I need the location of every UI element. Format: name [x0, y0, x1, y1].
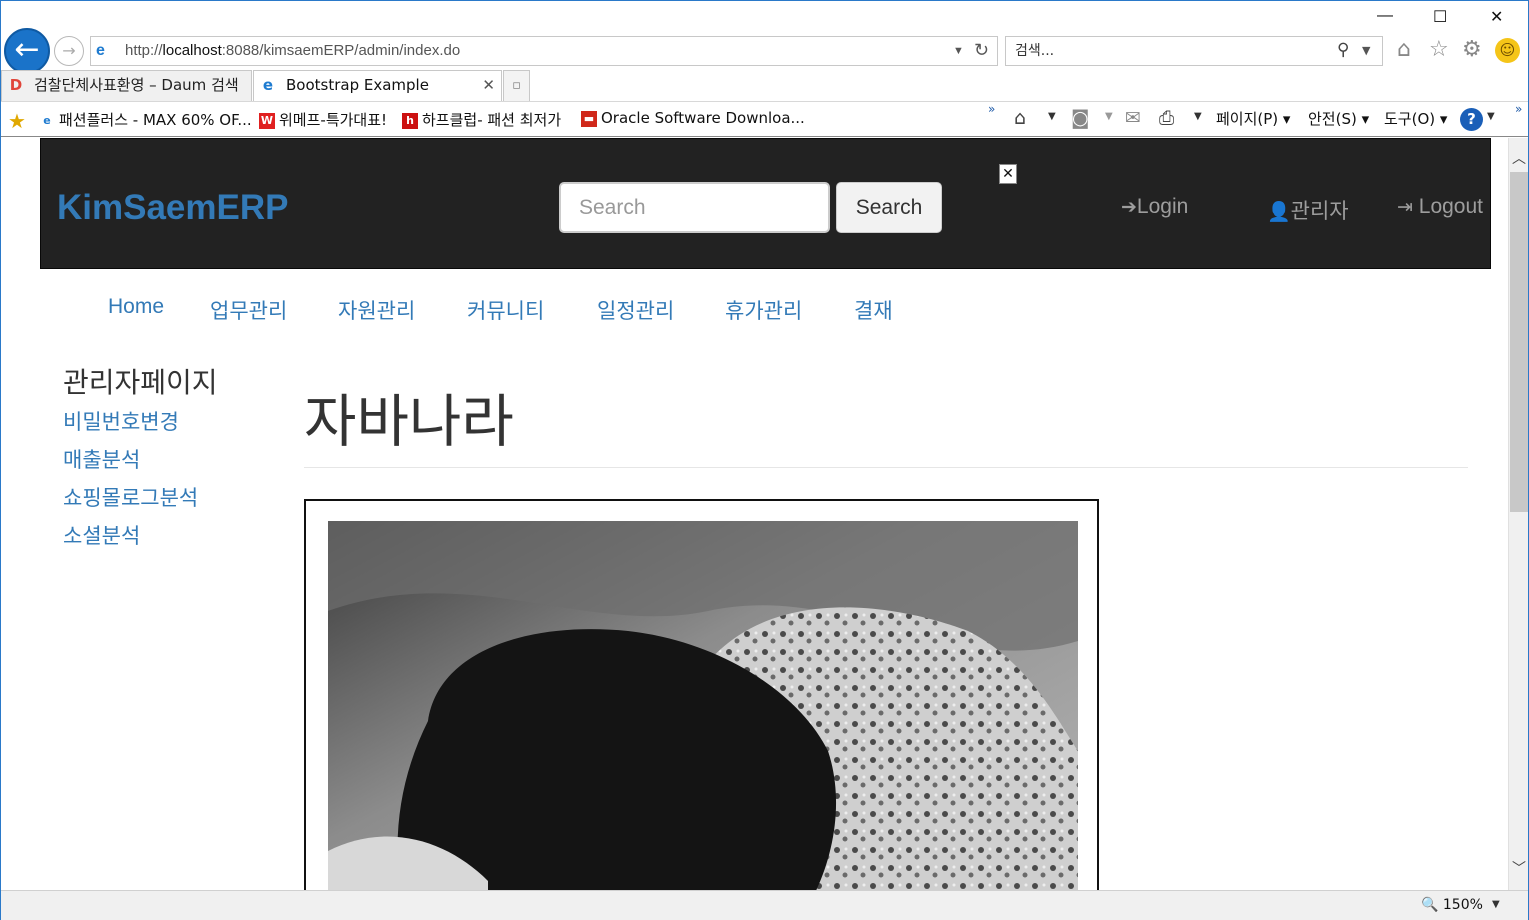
sidebar-link-shop-log-analysis[interactable]: 쇼핑몰로그분석 [63, 482, 198, 512]
refresh-icon[interactable]: ↻ [974, 36, 989, 64]
photo-frame [304, 499, 1099, 890]
browser-search-input[interactable]: 검색... ⚲ ▼ [1005, 36, 1383, 66]
close-tab-icon[interactable]: ✕ [482, 71, 495, 100]
page-viewport: KimSaemERP Search Search ✕ ➔Login 👤관리자 ⇥… [1, 138, 1508, 890]
zoom-level[interactable]: 🔍 150% [1421, 897, 1483, 913]
login-link[interactable]: ➔Login [1121, 195, 1188, 219]
commandbar-overflow-chevron-icon[interactable]: » [1515, 102, 1522, 116]
chevron-down-icon[interactable]: ▼ [1492, 899, 1500, 910]
ie-page-icon: e [96, 42, 105, 59]
scroll-up-arrow-icon[interactable]: ︿ [1509, 148, 1529, 168]
smiley-feedback-icon[interactable]: ☺ [1495, 38, 1520, 63]
new-tab-icon: ▫ [512, 78, 521, 93]
favorite-link-wemakeprice[interactable]: W 위메프-특가대표! [259, 109, 387, 130]
chevron-down-icon[interactable]: ▼ [1194, 111, 1202, 122]
tab-label: 검찰단체사표환영 – Daum 검색 [34, 76, 239, 94]
menu-resource[interactable]: 자원관리 [338, 295, 415, 325]
site-search-button[interactable]: Search [836, 182, 942, 233]
browser-search-placeholder: 검색... [1015, 43, 1055, 59]
read-mail-icon[interactable]: ✉ [1125, 107, 1141, 129]
photo-illustration [328, 521, 1078, 890]
safety-menu[interactable]: 안전(S) ▾ [1308, 108, 1369, 129]
home-icon[interactable]: ⌂ [1014, 107, 1026, 129]
menu-home[interactable]: Home [108, 295, 164, 319]
site-search-input[interactable]: Search [559, 182, 830, 233]
minimize-button[interactable]: — [1377, 7, 1393, 25]
arrow-left-icon: ← [14, 32, 40, 67]
vertical-scrollbar[interactable]: ︿ ﹀ [1508, 138, 1528, 890]
forward-button[interactable]: → [54, 36, 84, 66]
sidebar-link-social-analysis[interactable]: 소셜분석 [63, 520, 140, 550]
favorites-star-icon[interactable]: ☆ [1429, 37, 1449, 63]
user-icon: 👤 [1267, 202, 1291, 223]
broken-image-icon: ✕ [999, 164, 1017, 184]
favorite-link-oracle[interactable]: ▬ Oracle Software Downloa... [581, 109, 805, 127]
zoom-icon: 🔍 [1421, 897, 1439, 913]
address-bar[interactable]: e http://localhost:8088/kimsaemERP/admin… [90, 36, 998, 66]
favorite-link-halfclub[interactable]: h 하프클럽- 패션 최저가 [402, 109, 561, 130]
favorites-star-icon[interactable]: ★ [8, 109, 26, 133]
arrow-right-icon: → [62, 41, 76, 60]
close-window-button[interactable]: ✕ [1490, 7, 1503, 27]
brand-logo[interactable]: KimSaemERP [57, 188, 288, 228]
maximize-button[interactable]: ☐ [1433, 7, 1447, 27]
rss-feed-icon[interactable]: ◙ [1071, 107, 1089, 129]
page-menu[interactable]: 페이지(P) ▾ [1216, 108, 1290, 129]
menu-approval[interactable]: 결재 [854, 295, 893, 325]
black-and-white-photo [328, 521, 1078, 890]
menu-vacation[interactable]: 휴가관리 [725, 295, 802, 325]
favorite-link-fashionplus[interactable]: e 패션플러스 - MAX 60% OF... [39, 109, 251, 130]
sidebar-link-sales-analysis[interactable]: 매출분석 [63, 444, 140, 474]
menu-work[interactable]: 업무관리 [210, 295, 287, 325]
wemakeprice-icon: W [259, 113, 275, 129]
tab-label: Bootstrap Example [286, 76, 429, 94]
back-button[interactable]: ← [4, 28, 50, 74]
gear-icon[interactable]: ⚙ [1462, 37, 1482, 63]
tab-daum-search[interactable]: D 검찰단체사표환영 – Daum 검색 [1, 70, 252, 101]
oracle-icon: ▬ [581, 111, 597, 127]
help-icon[interactable]: ? [1460, 108, 1483, 131]
chevron-down-icon[interactable]: ▼ [1105, 111, 1113, 122]
chevron-down-icon[interactable]: ▼ [953, 37, 964, 65]
chevron-down-icon[interactable]: ▼ [1362, 37, 1370, 65]
sidebar-link-change-password[interactable]: 비밀번호변경 [63, 406, 179, 436]
chevron-down-icon[interactable]: ▼ [1048, 111, 1056, 122]
search-icon[interactable]: ⚲ [1337, 36, 1349, 64]
menu-community[interactable]: 커뮤니티 [467, 295, 544, 325]
daum-icon: D [9, 76, 23, 94]
print-icon[interactable]: ⎙ [1159, 107, 1174, 129]
chevron-down-icon[interactable]: ▼ [1487, 111, 1495, 122]
menu-schedule[interactable]: 일정관리 [597, 295, 674, 325]
page-title: 자바나라 [304, 389, 514, 455]
admin-link[interactable]: 👤관리자 [1267, 195, 1349, 225]
home-icon[interactable]: ⌂ [1397, 37, 1411, 63]
sidebar-title: 관리자페이지 [63, 366, 218, 399]
logout-link[interactable]: ⇥ Logout [1397, 195, 1483, 219]
new-tab-button[interactable]: ▫ [503, 70, 530, 101]
tools-menu[interactable]: 도구(O) ▾ [1384, 108, 1447, 129]
scroll-down-arrow-icon[interactable]: ﹀ [1509, 858, 1529, 878]
ie-page-icon: e [262, 76, 274, 94]
url-text: http://localhost:8088/kimsaemERP/admin/i… [125, 42, 461, 59]
favorites-overflow-chevron-icon[interactable]: » [988, 102, 995, 116]
status-bar: 🔍 150% ▼ [1, 890, 1528, 920]
ie-page-icon: e [43, 114, 51, 127]
log-in-icon: ➔ [1121, 197, 1137, 218]
browser-window: — ☐ ✕ ← → e http://localhost:8088/kimsae… [0, 0, 1529, 920]
log-out-icon: ⇥ [1397, 197, 1413, 218]
halfclub-icon: h [402, 113, 418, 129]
scroll-thumb[interactable] [1510, 172, 1528, 512]
address-row: — ☐ ✕ ← → e http://localhost:8088/kimsae… [1, 1, 1528, 74]
site-navbar: KimSaemERP Search Search ✕ ➔Login 👤관리자 ⇥… [40, 138, 1491, 269]
divider [304, 467, 1468, 468]
tab-bootstrap-example[interactable]: e Bootstrap Example ✕ [253, 70, 502, 101]
favorites-bar: ★ e 패션플러스 - MAX 60% OF... W 위메프-특가대표! h 하프클… [1, 101, 1528, 137]
